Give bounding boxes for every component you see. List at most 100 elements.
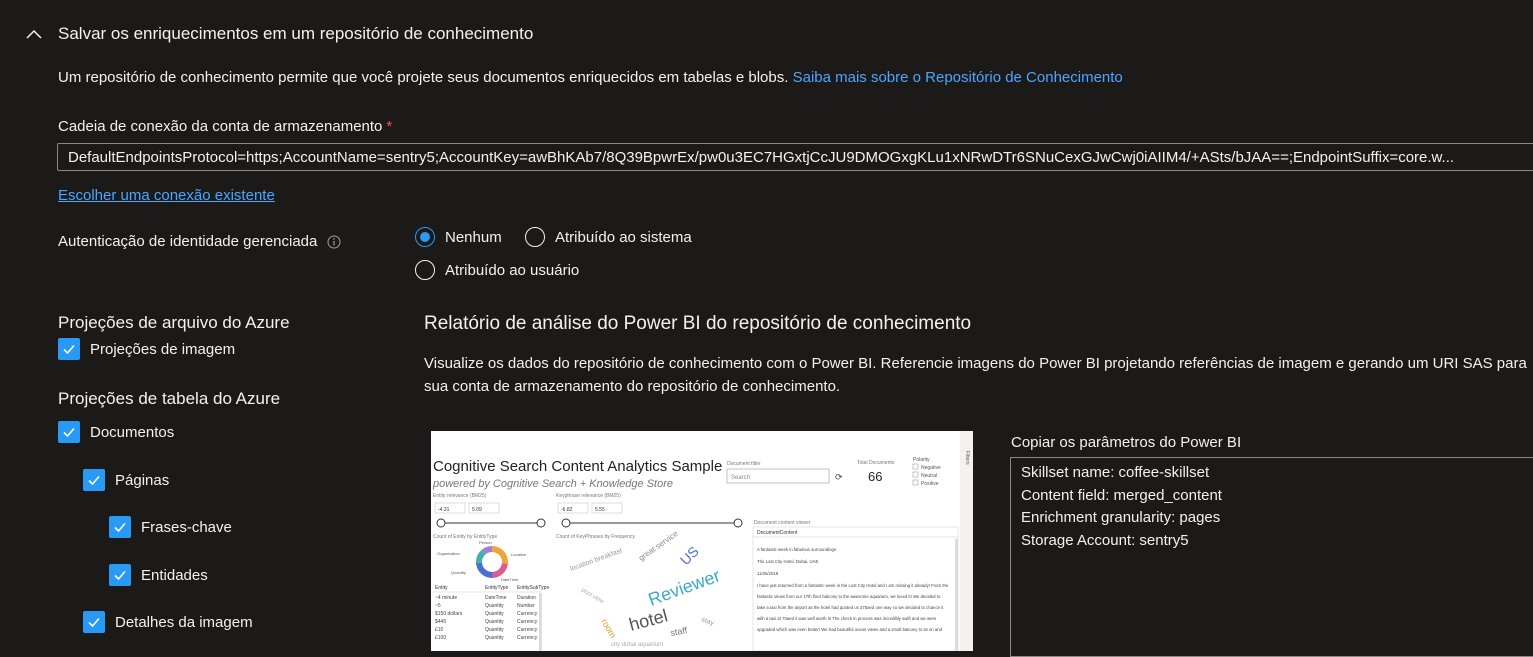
svg-text:upgraded which was even better: upgraded which was even better! We had b… xyxy=(757,627,943,632)
svg-text:Currency: Currency xyxy=(517,627,538,633)
keyphrase-relevance-label: Keyphrase relevance (BM25) xyxy=(556,493,621,499)
param-line: Enrichment granularity: pages xyxy=(1021,509,1221,526)
connection-string-label-text: Cadeia de conexão da conta de armazename… xyxy=(58,118,383,135)
entity-table-header-type: EntityType xyxy=(485,585,509,591)
radio-none-label: Nenhum xyxy=(445,228,502,246)
checkbox-entities[interactable]: Entidades xyxy=(109,564,208,586)
copy-powerbi-params-label: Copiar os parâmetros do Power BI xyxy=(1011,434,1242,451)
entity-relevance-label: Entity relevance (BM25) xyxy=(433,493,487,499)
svg-text:A fantastic week in fabulous s: A fantastic week in fabulous surrounding… xyxy=(757,547,836,552)
svg-text:DateTime: DateTime xyxy=(485,595,507,601)
info-icon[interactable] xyxy=(327,235,341,249)
choose-existing-connection-link[interactable]: Escolher uma conexão existente xyxy=(58,187,275,204)
svg-text:$445: $445 xyxy=(435,619,446,625)
svg-text:Currency: Currency xyxy=(517,619,538,625)
donut-label-person: Person xyxy=(479,540,492,545)
powerbi-params-textarea[interactable]: Skillset name: coffee-skillset Content f… xyxy=(1010,457,1533,657)
radio-unselected-icon xyxy=(415,260,435,280)
svg-text:~4 minute: ~4 minute xyxy=(435,595,457,601)
svg-text:~5: ~5 xyxy=(435,603,441,609)
powerbi-report-thumbnail: Filters Cognitive Search Content Analyti… xyxy=(431,431,973,651)
file-projections-title: Projeções de arquivo do Azure xyxy=(58,313,290,332)
checkmark-icon xyxy=(109,564,131,586)
entity-range-min: -4.31 xyxy=(438,507,450,513)
managed-identity-auth-label: Autenticação de identidade gerenciada xyxy=(58,233,341,250)
report-subtitle: powered by Cognitive Search + Knowledge … xyxy=(432,478,673,490)
polarity-label: Polarity xyxy=(913,457,930,463)
entity-table-header-entity: Entity xyxy=(435,585,448,591)
param-line: Skillset name: coffee-skillset xyxy=(1021,464,1210,481)
svg-text:I have just returned from a fa: I have just returned from a fantastic we… xyxy=(757,583,949,588)
svg-text:with a taxi at 70aed it was we: with a taxi at 70aed it was well worth i… xyxy=(757,616,937,621)
doc-content-header: DocumentContent xyxy=(757,530,798,536)
donut-label-datetime: DateTime xyxy=(501,577,519,582)
total-docs-value: 66 xyxy=(868,469,882,484)
donut-label-location: Location xyxy=(511,552,526,557)
svg-text:fantastic views from our 17th: fantastic views from our 17th floor balc… xyxy=(757,594,941,599)
donut-label-quantity: Quantity xyxy=(451,570,466,575)
keyphrase-range-min: -6.82 xyxy=(561,507,573,513)
entity-range-max: 5.09 xyxy=(472,507,482,513)
radio-none[interactable]: Nenhum xyxy=(415,227,502,247)
keyphrase-chart-label: Count of KeyPhrases by Frequency xyxy=(556,534,635,540)
svg-text:Quantity: Quantity xyxy=(485,619,504,625)
radio-unselected-icon xyxy=(525,227,545,247)
auth-label-text: Autenticação de identidade gerenciada xyxy=(58,233,318,250)
checkmark-icon xyxy=(58,338,80,360)
total-docs-label: Total Documents xyxy=(857,460,895,466)
checkbox-label: Detalhes da imagem xyxy=(115,613,253,631)
powerbi-title: Relatório de análise do Power BI do repo… xyxy=(424,313,972,334)
radio-selected-icon xyxy=(415,227,435,247)
param-line: Storage Account: sentry5 xyxy=(1021,531,1189,549)
section-description: Um repositório de conhecimento permite q… xyxy=(58,69,1123,86)
doc-content-label: Document content viewer xyxy=(754,520,811,526)
connection-string-input[interactable] xyxy=(57,143,1533,171)
filters-tab: Filters xyxy=(964,451,970,465)
param-line: Content field: merged_content xyxy=(1021,486,1222,504)
svg-text:Quantity: Quantity xyxy=(485,627,504,633)
checkbox-image-projections[interactable]: Projeções de imagem xyxy=(58,338,235,360)
checkbox-documents[interactable]: Documentos xyxy=(58,421,174,443)
checkbox-key-phrases[interactable]: Frases-chave xyxy=(109,516,232,538)
svg-text:Duration: Duration xyxy=(517,595,536,601)
svg-text:⟳: ⟳ xyxy=(835,472,843,482)
connection-string-label: Cadeia de conexão da conta de armazename… xyxy=(58,118,392,135)
powerbi-description: Visualize os dados do repositório de con… xyxy=(424,355,1527,395)
radio-user-assigned[interactable]: Atribuído ao usuário xyxy=(415,260,579,280)
checkmark-icon xyxy=(83,469,105,491)
checkbox-image-details[interactable]: Detalhes da imagem xyxy=(83,611,253,633)
checkbox-label: Entidades xyxy=(141,566,208,584)
entity-table-header-subtype: EntitySubType xyxy=(517,585,549,591)
checkmark-icon xyxy=(109,516,131,538)
svg-text:take a taxi from the airport a: take a taxi from the airport as the hote… xyxy=(757,605,944,610)
donut-label-organization: Organization xyxy=(437,551,460,556)
section-title[interactable]: Salvar os enriquecimentos em um repositó… xyxy=(58,24,533,44)
checkbox-label: Páginas xyxy=(115,471,170,489)
svg-text:Quantity: Quantity xyxy=(485,635,504,641)
polarity-positive: Positive xyxy=(921,481,939,487)
checkbox-pages[interactable]: Páginas xyxy=(83,469,169,491)
svg-text:city dubai aquarium: city dubai aquarium xyxy=(611,642,663,648)
svg-text:$150 dollars: $150 dollars xyxy=(435,611,463,617)
learn-more-link[interactable]: Saiba mais sobre o Repositório de Conhec… xyxy=(793,69,1123,86)
svg-text:The Lost City Hotel, Dubai, UA: The Lost City Hotel, Dubai, UAE xyxy=(757,559,819,564)
svg-text:£10: £10 xyxy=(435,627,444,633)
search-placeholder: Search xyxy=(731,475,750,481)
radio-system-assigned-label: Atribuído ao sistema xyxy=(555,228,692,246)
report-preview-image: Filters Cognitive Search Content Analyti… xyxy=(431,431,973,651)
radio-system-assigned[interactable]: Atribuído ao sistema xyxy=(525,227,692,247)
doc-filter-label: Document filter xyxy=(727,461,761,467)
svg-text:Quantity: Quantity xyxy=(485,603,504,609)
checkbox-label: Projeções de imagem xyxy=(90,340,236,358)
description-text: Um repositório de conhecimento permite q… xyxy=(58,69,789,86)
checkmark-icon xyxy=(83,611,105,633)
svg-text:£100: £100 xyxy=(435,635,446,641)
svg-text:11/25/2018: 11/25/2018 xyxy=(757,571,779,576)
polarity-neutral: Neutral xyxy=(921,473,937,479)
report-title: Cognitive Search Content Analytics Sampl… xyxy=(433,458,722,475)
polarity-negative: Negative xyxy=(921,465,941,471)
required-marker: * xyxy=(386,118,393,135)
chevron-up-icon[interactable] xyxy=(24,24,44,44)
svg-text:Number: Number xyxy=(517,603,535,609)
table-projections-title: Projeções de tabela do Azure xyxy=(58,389,281,408)
